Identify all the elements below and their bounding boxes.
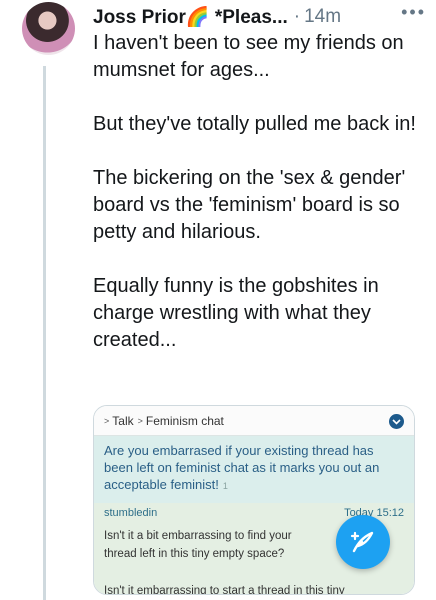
- separator-dot: ·: [293, 6, 301, 27]
- avatar[interactable]: [22, 2, 75, 55]
- breadcrumb-feminism-chat: Feminism chat: [145, 413, 224, 428]
- tweet-text: I haven't been to see my friends on mums…: [93, 30, 428, 354]
- compose-tweet-button[interactable]: [336, 515, 390, 569]
- breadcrumb-talk: Talk: [112, 413, 134, 428]
- tweet-paragraph: But they've totally pulled me back in!: [93, 113, 416, 135]
- thread-post-count: 1: [222, 481, 228, 491]
- compose-tweet-icon: [350, 531, 374, 553]
- tweet-paragraph: I haven't been to see my friends on mums…: [93, 32, 404, 81]
- post-username: stumbledin: [104, 507, 158, 519]
- author-name[interactable]: Joss Prior🌈 *Pleas...: [93, 5, 288, 29]
- chevron-down-icon: [389, 414, 404, 429]
- post-text: Isn't it a bit embarrassing to find your…: [104, 530, 292, 560]
- breadcrumb-chevron-icon: >: [137, 415, 143, 426]
- thread-title-text: Are you embarrased if your existing thre…: [104, 443, 380, 492]
- more-options-icon[interactable]: •••: [401, 3, 426, 31]
- tweet-paragraph: The bickering on the 'sex & gender' boar…: [93, 167, 406, 243]
- breadcrumb: > Talk > Feminism chat: [94, 406, 414, 436]
- post-text-continued: Isn't it embarrassing to start a thread …: [104, 585, 345, 595]
- timestamp[interactable]: 14m: [304, 6, 341, 28]
- tweet-paragraph: Equally funny is the gobshites in charge…: [93, 275, 379, 351]
- thread-title: Are you embarrased if your existing thre…: [94, 436, 414, 503]
- tweet-header: Joss Prior🌈 *Pleas... · 14m •••: [93, 3, 426, 31]
- thread-connector-line: [43, 66, 46, 600]
- breadcrumb-chevron-icon: >: [104, 415, 110, 426]
